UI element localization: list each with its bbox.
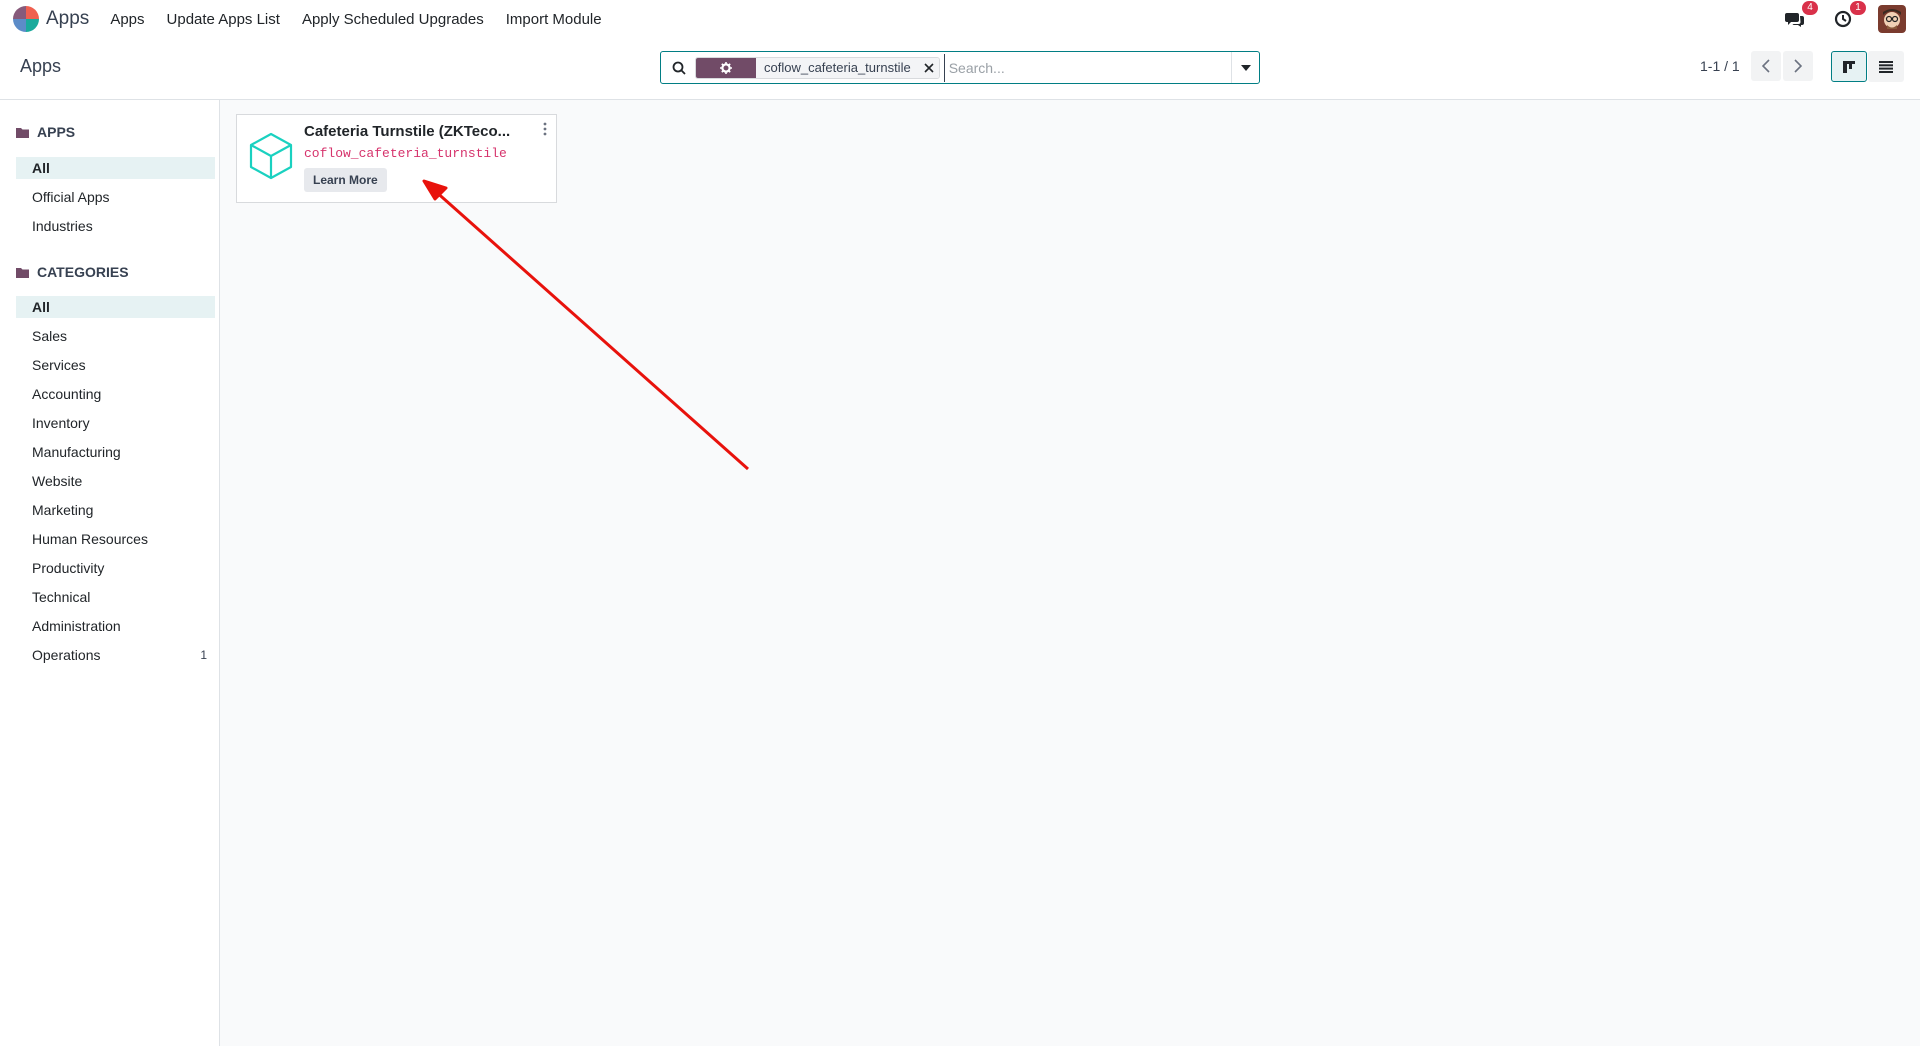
clock-icon [1834,10,1852,28]
kanban-view-button[interactable] [1831,51,1867,82]
category-operations[interactable]: Operations 1 [16,644,215,666]
odoo-apps-logo-icon [13,6,39,32]
kanban-icon [1843,60,1855,73]
menu-import-module[interactable]: Import Module [506,11,602,28]
pager-value[interactable]: 1-1 / 1 [1700,58,1740,74]
messages-button[interactable]: 4 [1782,1,1818,32]
category-operations-count: 1 [200,648,207,662]
category-marketing[interactable]: Marketing [16,499,215,521]
search-icon[interactable] [665,61,693,75]
remove-facet-close-icon[interactable] [918,57,939,78]
category-accounting[interactable]: Accounting [16,383,215,405]
messages-count-badge: 4 [1802,1,1818,15]
category-human-resources[interactable]: Human Resources [16,528,215,550]
module-title: Cafeteria Turnstile (ZKTeco... [304,123,511,140]
module-kanban-card[interactable]: Cafeteria Turnstile (ZKTeco... coflow_ca… [236,114,557,203]
category-operations-label: Operations [32,647,101,663]
search-facet-value: coflow_cafeteria_turnstile [756,57,919,78]
category-technical[interactable]: Technical [16,586,215,608]
apps-filter-official-apps[interactable]: Official Apps [16,186,215,208]
app-name: Apps [46,8,90,29]
activities-count-badge: 1 [1850,1,1866,15]
page-title: Apps [20,56,62,76]
pager-previous-button[interactable] [1751,51,1781,81]
activities-button[interactable]: 1 [1830,1,1866,32]
folder-icon [16,267,29,278]
category-inventory[interactable]: Inventory [16,412,215,434]
apps-filter-industries[interactable]: Industries [16,215,215,237]
search-input[interactable] [943,53,1231,82]
categories-section-header: CATEGORIES [16,264,129,280]
category-sales[interactable]: Sales [16,325,215,347]
apps-section-header: APPS [16,124,75,140]
menu-update-apps-list[interactable]: Update Apps List [167,11,280,28]
module-box-icon [249,132,293,180]
menu-apps[interactable]: Apps [110,11,144,28]
main-navbar: Apps Apps Update Apps List Apply Schedul… [0,0,1920,38]
category-all[interactable]: All [16,296,215,318]
vertical-ellipsis-icon[interactable] [540,121,550,137]
folder-icon [16,127,29,138]
apps-section-label: APPS [37,124,76,140]
list-icon [1879,60,1893,73]
list-view-button[interactable] [1868,51,1904,82]
chevron-right-icon [1794,59,1802,73]
filter-gear-icon [696,57,756,78]
chevron-left-icon [1762,59,1770,73]
app-brand[interactable]: Apps [12,5,99,33]
search-panel-sidebar: APPS All Official Apps Industries CATEGO… [0,100,220,1046]
control-panel: Apps coflow_cafeteria_turnstile 1 [0,38,1920,100]
menu-apply-scheduled-upgrades[interactable]: Apply Scheduled Upgrades [302,11,484,28]
module-technical-name: coflow_cafeteria_turnstile [304,146,507,161]
apps-filter-all[interactable]: All [16,157,215,179]
systray: 4 1 [1782,0,1920,38]
category-administration[interactable]: Administration [16,615,215,637]
pager-next-button[interactable] [1783,51,1813,81]
category-manufacturing[interactable]: Manufacturing [16,441,215,463]
search-bar[interactable]: coflow_cafeteria_turnstile [660,51,1260,84]
category-website[interactable]: Website [16,470,215,492]
category-services[interactable]: Services [16,354,215,376]
search-facet[interactable]: coflow_cafeteria_turnstile [695,56,940,79]
user-avatar[interactable] [1878,5,1906,33]
learn-more-button[interactable]: Learn More [304,168,387,192]
user-avatar-image-icon [1878,5,1906,33]
kanban-content-area: Cafeteria Turnstile (ZKTeco... coflow_ca… [220,100,1920,1046]
chat-bubbles-icon [1785,13,1804,27]
categories-section-label: CATEGORIES [37,264,129,280]
category-productivity[interactable]: Productivity [16,557,215,579]
search-options-caret-down-icon[interactable] [1231,52,1259,83]
